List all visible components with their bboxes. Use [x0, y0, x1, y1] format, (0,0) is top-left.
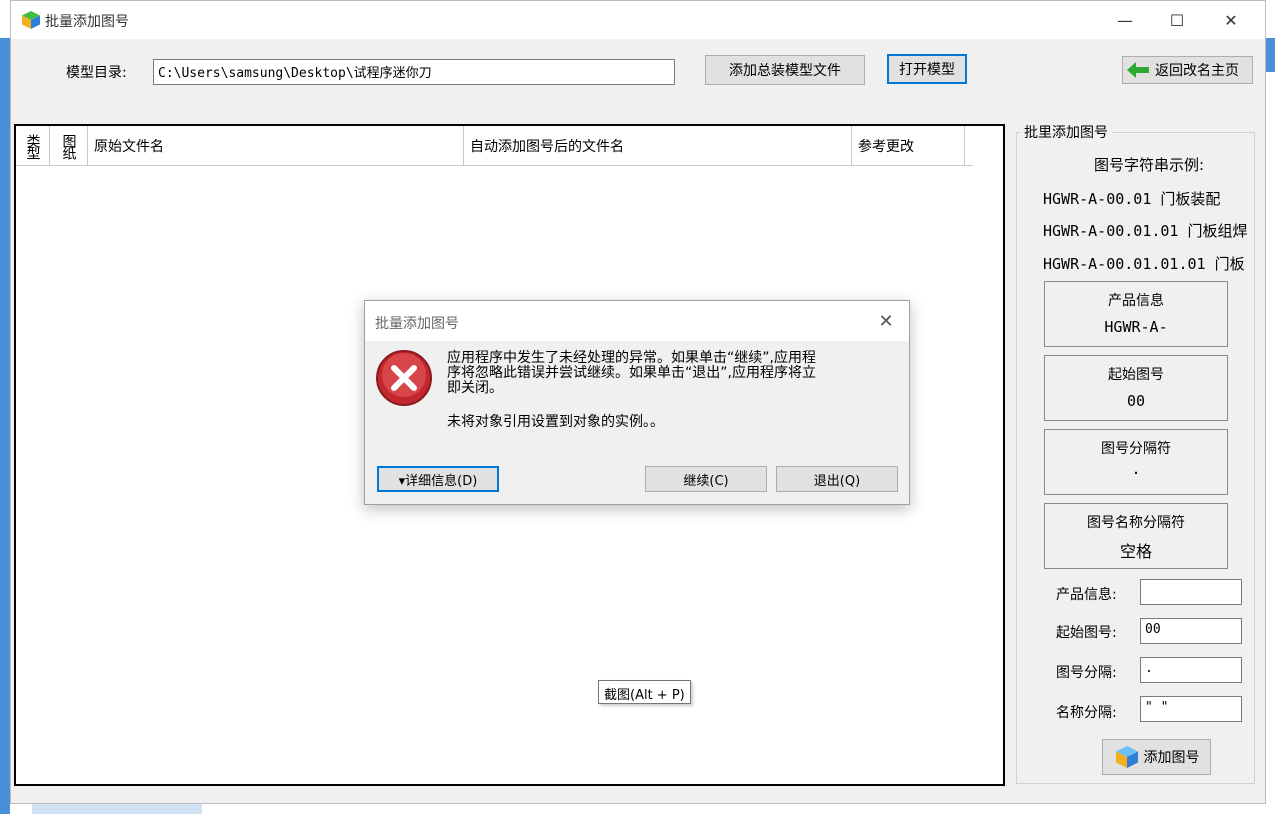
open-model-button[interactable]: 打开模型: [887, 54, 967, 84]
app-cube-icon: [22, 11, 40, 29]
example-heading: 图号字符串示例:: [1094, 156, 1205, 174]
dialog-title: 批量添加图号: [375, 316, 459, 332]
product-info-box: 产品信息 HGWR-A-: [1044, 281, 1228, 347]
grid-header: 类型 图纸 原始文件名 自动添加图号后的文件名 参考更改: [16, 126, 973, 166]
example-line-2: HGWR-A-00.01.01 门板组焊: [1043, 222, 1248, 240]
separator-label: 图号分隔:: [1056, 665, 1117, 681]
dialog-close-button[interactable]: ✕: [871, 309, 901, 333]
product-info-input[interactable]: [1140, 579, 1242, 605]
error-dialog: 批量添加图号 ✕ 应用程序中发生了未经处理的异常。如果单击“继续”,应用程 序将…: [364, 300, 910, 505]
maximize-icon: ☐: [1169, 10, 1185, 30]
separator-title: 图号分隔符: [1101, 441, 1171, 457]
add-number-label: 添加图号: [1143, 750, 1200, 766]
add-number-button[interactable]: 添加图号: [1102, 739, 1211, 775]
column-header-original-name[interactable]: 原始文件名: [88, 126, 464, 165]
minimize-button[interactable]: —: [1097, 1, 1153, 39]
start-number-value: 00: [1126, 392, 1146, 410]
model-dir-input[interactable]: C:\Users\samsung\Desktop\试程序迷你刀: [153, 59, 675, 85]
error-icon: [376, 350, 432, 406]
continue-button[interactable]: 继续(C): [645, 466, 767, 492]
column-header-new-name[interactable]: 自动添加图号后的文件名: [464, 126, 852, 165]
back-to-home-button[interactable]: 返回改名主页: [1122, 56, 1253, 84]
window-title: 批量添加图号: [45, 14, 129, 30]
dialog-message-line-1: 应用程序中发生了未经处理的异常。如果单击“继续”,应用程: [447, 350, 816, 366]
dialog-message: 应用程序中发生了未经处理的异常。如果单击“继续”,应用程 序将忽略此错误并尝试继…: [447, 351, 887, 396]
taskbar-strip: [32, 804, 202, 814]
title-bar: 批量添加图号 — ☐ ✕: [11, 1, 1265, 39]
name-separator-value: 空格: [1119, 542, 1152, 561]
close-icon: ✕: [878, 310, 894, 332]
start-number-input[interactable]: 00: [1140, 618, 1242, 644]
dialog-title-bar: 批量添加图号 ✕: [365, 301, 909, 341]
column-header-drawing[interactable]: 图纸: [50, 126, 88, 165]
product-info-label: 产品信息:: [1056, 587, 1117, 603]
dialog-detail-message: 未将对象引用设置到对象的实例。。: [447, 414, 664, 430]
close-button[interactable]: ✕: [1203, 1, 1259, 39]
groupbox-title: 批里添加图号: [1020, 122, 1112, 142]
separator-value: .: [1131, 460, 1141, 478]
cube-icon: [1115, 746, 1138, 768]
desktop-background-left: [0, 38, 10, 814]
screenshot-tooltip: 截图(Alt + P): [598, 680, 691, 704]
start-number-label: 起始图号:: [1056, 625, 1117, 641]
arrow-left-icon: [1127, 62, 1149, 78]
example-line-1: HGWR-A-00.01 门板装配: [1043, 190, 1221, 208]
maximize-button[interactable]: ☐: [1149, 1, 1205, 39]
product-info-value: HGWR-A-: [1104, 318, 1168, 336]
column-header-type[interactable]: 类型: [16, 126, 50, 165]
start-number-box: 起始图号 00: [1044, 355, 1228, 421]
desktop-background-right: [1266, 38, 1275, 72]
model-dir-label: 模型目录:: [66, 65, 127, 81]
minimize-icon: —: [1117, 10, 1133, 30]
name-separator-label: 名称分隔:: [1056, 705, 1117, 721]
dialog-message-line-3: 即关闭。: [447, 380, 503, 396]
add-assembly-button[interactable]: 添加总装模型文件: [705, 55, 865, 85]
separator-input[interactable]: .: [1140, 657, 1242, 683]
details-button[interactable]: ▾详细信息(D): [377, 466, 499, 492]
product-info-title: 产品信息: [1108, 293, 1164, 309]
back-button-label: 返回改名主页: [1155, 63, 1239, 79]
column-header-reference-change[interactable]: 参考更改: [852, 126, 965, 165]
close-icon: ✕: [1224, 10, 1238, 30]
start-number-title: 起始图号: [1108, 367, 1164, 383]
separator-box: 图号分隔符 .: [1044, 429, 1228, 495]
dialog-message-line-2: 序将忽略此错误并尝试继续。如果单击“退出”,应用程序将立: [447, 365, 816, 381]
name-separator-box: 图号名称分隔符 空格: [1044, 503, 1228, 569]
name-separator-title: 图号名称分隔符: [1087, 515, 1185, 531]
example-line-3: HGWR-A-00.01.01.01 门板: [1043, 255, 1245, 273]
quit-button[interactable]: 退出(Q): [776, 466, 898, 492]
name-separator-input[interactable]: " ": [1140, 696, 1242, 722]
